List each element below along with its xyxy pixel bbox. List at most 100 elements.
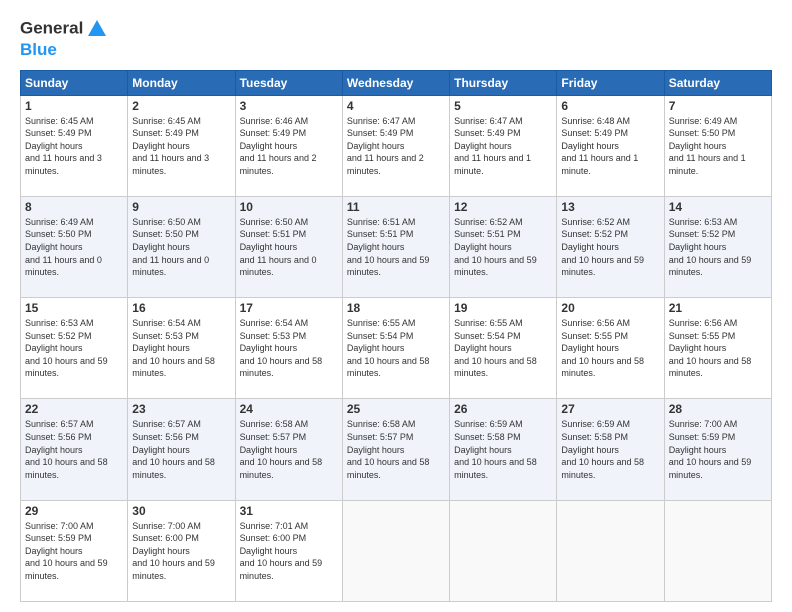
calendar-cell: 3 Sunrise: 6:46 AMSunset: 5:49 PMDaylight… bbox=[235, 95, 342, 196]
day-number: 8 bbox=[25, 200, 123, 214]
day-number: 31 bbox=[240, 504, 338, 518]
day-number: 3 bbox=[240, 99, 338, 113]
day-number: 21 bbox=[669, 301, 767, 315]
calendar-cell bbox=[342, 500, 449, 601]
calendar-cell: 14Sunrise: 6:53 AMSunset: 5:52 PMDayligh… bbox=[664, 196, 771, 297]
calendar-week-3: 15Sunrise: 6:53 AMSunset: 5:52 PMDayligh… bbox=[21, 298, 772, 399]
calendar-cell: 19 Sunrise: 6:55 AMSunset: 5:54 PMDayligh… bbox=[450, 298, 557, 399]
calendar-week-1: 1 Sunrise: 6:45 AMSunset: 5:49 PMDaylight… bbox=[21, 95, 772, 196]
day-number: 1 bbox=[25, 99, 123, 113]
col-header-thursday: Thursday bbox=[450, 70, 557, 95]
calendar-cell: 13Sunrise: 6:52 AMSunset: 5:52 PMDayligh… bbox=[557, 196, 664, 297]
day-info: Sunrise: 6:51 AMSunset: 5:51 PMDaylight … bbox=[347, 216, 445, 279]
col-header-sunday: Sunday bbox=[21, 70, 128, 95]
calendar-cell: 16 Sunrise: 6:54 AMSunset: 5:53 PMDayligh… bbox=[128, 298, 235, 399]
day-info: Sunrise: 6:59 AMSunset: 5:58 PMDaylight … bbox=[561, 418, 659, 481]
day-number: 18 bbox=[347, 301, 445, 315]
day-number: 10 bbox=[240, 200, 338, 214]
day-number: 11 bbox=[347, 200, 445, 214]
page: General Blue SundayMondayTuesdayWednesda… bbox=[0, 0, 792, 612]
day-info: Sunrise: 6:55 AMSunset: 5:54 PMDaylight … bbox=[454, 317, 552, 380]
day-info: Sunrise: 6:56 AMSunset: 5:55 PMDaylight … bbox=[669, 317, 767, 380]
day-info: Sunrise: 6:54 AMSunset: 5:53 PMDaylight … bbox=[240, 317, 338, 380]
calendar-cell: 31 Sunrise: 7:01 AMSunset: 6:00 PMDayligh… bbox=[235, 500, 342, 601]
calendar-cell: 1 Sunrise: 6:45 AMSunset: 5:49 PMDaylight… bbox=[21, 95, 128, 196]
calendar-table: SundayMondayTuesdayWednesdayThursdayFrid… bbox=[20, 70, 772, 602]
day-info: Sunrise: 6:48 AMSunset: 5:49 PMDaylight … bbox=[561, 115, 659, 178]
calendar-cell bbox=[557, 500, 664, 601]
calendar-cell: 9 Sunrise: 6:50 AMSunset: 5:50 PMDaylight… bbox=[128, 196, 235, 297]
day-number: 29 bbox=[25, 504, 123, 518]
calendar-week-2: 8Sunrise: 6:49 AMSunset: 5:50 PMDaylight… bbox=[21, 196, 772, 297]
calendar-cell: 8Sunrise: 6:49 AMSunset: 5:50 PMDaylight… bbox=[21, 196, 128, 297]
day-number: 23 bbox=[132, 402, 230, 416]
calendar-cell: 6 Sunrise: 6:48 AMSunset: 5:49 PMDaylight… bbox=[557, 95, 664, 196]
day-info: Sunrise: 6:54 AMSunset: 5:53 PMDaylight … bbox=[132, 317, 230, 380]
day-number: 12 bbox=[454, 200, 552, 214]
day-info: Sunrise: 6:55 AMSunset: 5:54 PMDaylight … bbox=[347, 317, 445, 380]
calendar-cell: 20Sunrise: 6:56 AMSunset: 5:55 PMDayligh… bbox=[557, 298, 664, 399]
day-number: 15 bbox=[25, 301, 123, 315]
calendar-cell: 23 Sunrise: 6:57 AMSunset: 5:56 PMDayligh… bbox=[128, 399, 235, 500]
day-number: 22 bbox=[25, 402, 123, 416]
calendar-cell: 24 Sunrise: 6:58 AMSunset: 5:57 PMDayligh… bbox=[235, 399, 342, 500]
calendar-cell bbox=[450, 500, 557, 601]
calendar-week-4: 22 Sunrise: 6:57 AMSunset: 5:56 PMDayligh… bbox=[21, 399, 772, 500]
calendar-cell: 21 Sunrise: 6:56 AMSunset: 5:55 PMDayligh… bbox=[664, 298, 771, 399]
day-info: Sunrise: 6:45 AMSunset: 5:49 PMDaylight … bbox=[132, 115, 230, 178]
day-number: 20 bbox=[561, 301, 659, 315]
col-header-monday: Monday bbox=[128, 70, 235, 95]
day-info: Sunrise: 6:57 AMSunset: 5:56 PMDaylight … bbox=[132, 418, 230, 481]
day-info: Sunrise: 7:01 AMSunset: 6:00 PMDaylight … bbox=[240, 520, 338, 583]
day-info: Sunrise: 6:50 AMSunset: 5:51 PMDaylight … bbox=[240, 216, 338, 279]
day-info: Sunrise: 6:58 AMSunset: 5:57 PMDaylight … bbox=[347, 418, 445, 481]
day-number: 6 bbox=[561, 99, 659, 113]
day-number: 16 bbox=[132, 301, 230, 315]
day-info: Sunrise: 6:49 AMSunset: 5:50 PMDaylight … bbox=[669, 115, 767, 178]
day-info: Sunrise: 6:52 AMSunset: 5:51 PMDaylight … bbox=[454, 216, 552, 279]
logo-line1: General bbox=[20, 18, 108, 40]
calendar-week-5: 29 Sunrise: 7:00 AMSunset: 5:59 PMDayligh… bbox=[21, 500, 772, 601]
calendar-cell: 17 Sunrise: 6:54 AMSunset: 5:53 PMDayligh… bbox=[235, 298, 342, 399]
day-number: 19 bbox=[454, 301, 552, 315]
calendar-cell: 26 Sunrise: 6:59 AMSunset: 5:58 PMDayligh… bbox=[450, 399, 557, 500]
day-number: 17 bbox=[240, 301, 338, 315]
calendar-cell: 28 Sunrise: 7:00 AMSunset: 5:59 PMDayligh… bbox=[664, 399, 771, 500]
day-info: Sunrise: 6:50 AMSunset: 5:50 PMDaylight … bbox=[132, 216, 230, 279]
day-number: 30 bbox=[132, 504, 230, 518]
calendar-cell: 10 Sunrise: 6:50 AMSunset: 5:51 PMDayligh… bbox=[235, 196, 342, 297]
day-info: Sunrise: 6:59 AMSunset: 5:58 PMDaylight … bbox=[454, 418, 552, 481]
day-number: 2 bbox=[132, 99, 230, 113]
calendar-header-row: SundayMondayTuesdayWednesdayThursdayFrid… bbox=[21, 70, 772, 95]
calendar-cell: 22Sunrise: 6:57 AMSunset: 5:56 PMDayligh… bbox=[21, 399, 128, 500]
day-info: Sunrise: 6:45 AMSunset: 5:49 PMDaylight … bbox=[25, 115, 123, 178]
day-number: 13 bbox=[561, 200, 659, 214]
calendar-cell: 12 Sunrise: 6:52 AMSunset: 5:51 PMDayligh… bbox=[450, 196, 557, 297]
day-info: Sunrise: 6:58 AMSunset: 5:57 PMDaylight … bbox=[240, 418, 338, 481]
day-number: 14 bbox=[669, 200, 767, 214]
calendar-cell: 25 Sunrise: 6:58 AMSunset: 5:57 PMDayligh… bbox=[342, 399, 449, 500]
calendar-cell bbox=[664, 500, 771, 601]
day-info: Sunrise: 7:00 AMSunset: 6:00 PMDaylight … bbox=[132, 520, 230, 583]
calendar-cell: 4Sunrise: 6:47 AMSunset: 5:49 PMDaylight… bbox=[342, 95, 449, 196]
col-header-friday: Friday bbox=[557, 70, 664, 95]
day-info: Sunrise: 6:47 AMSunset: 5:49 PMDaylight … bbox=[347, 115, 445, 178]
logo: General Blue bbox=[20, 18, 108, 60]
calendar-cell: 5Sunrise: 6:47 AMSunset: 5:49 PMDaylight… bbox=[450, 95, 557, 196]
header: General Blue bbox=[20, 18, 772, 60]
calendar-cell: 7 Sunrise: 6:49 AMSunset: 5:50 PMDaylight… bbox=[664, 95, 771, 196]
calendar-cell: 29 Sunrise: 7:00 AMSunset: 5:59 PMDayligh… bbox=[21, 500, 128, 601]
day-number: 24 bbox=[240, 402, 338, 416]
day-info: Sunrise: 7:00 AMSunset: 5:59 PMDaylight … bbox=[669, 418, 767, 481]
calendar-cell: 2 Sunrise: 6:45 AMSunset: 5:49 PMDaylight… bbox=[128, 95, 235, 196]
day-info: Sunrise: 7:00 AMSunset: 5:59 PMDaylight … bbox=[25, 520, 123, 583]
col-header-wednesday: Wednesday bbox=[342, 70, 449, 95]
calendar-cell: 27Sunrise: 6:59 AMSunset: 5:58 PMDayligh… bbox=[557, 399, 664, 500]
day-info: Sunrise: 6:46 AMSunset: 5:49 PMDaylight … bbox=[240, 115, 338, 178]
calendar-cell: 18 Sunrise: 6:55 AMSunset: 5:54 PMDayligh… bbox=[342, 298, 449, 399]
day-number: 7 bbox=[669, 99, 767, 113]
day-number: 25 bbox=[347, 402, 445, 416]
day-number: 28 bbox=[669, 402, 767, 416]
day-number: 26 bbox=[454, 402, 552, 416]
day-number: 9 bbox=[132, 200, 230, 214]
